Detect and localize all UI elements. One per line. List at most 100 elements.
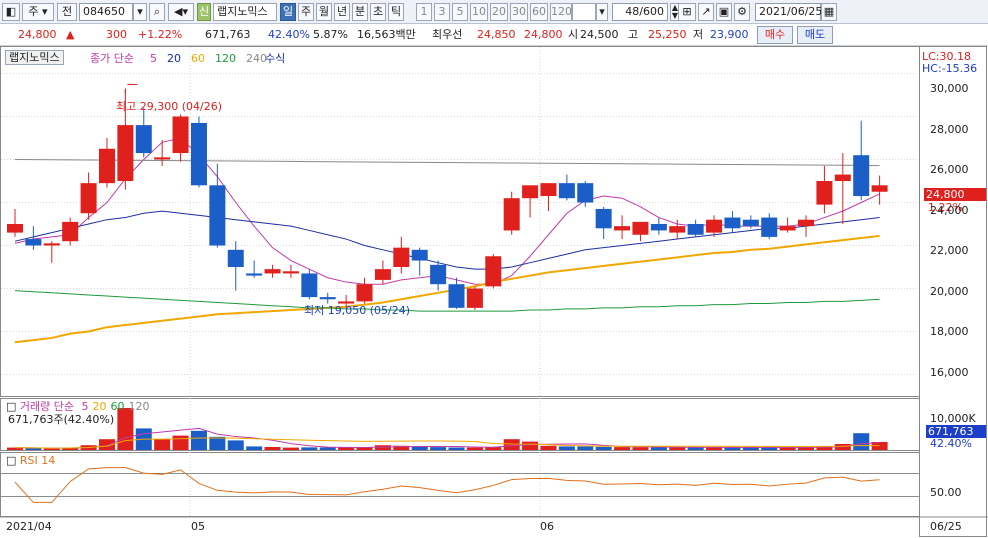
candle-body <box>209 185 226 246</box>
volume-bar <box>264 447 281 450</box>
candle-body <box>246 273 263 276</box>
stock-name-tab[interactable]: 랩지노믹스 <box>5 50 64 65</box>
candle-body <box>80 183 97 214</box>
candle-body <box>190 122 207 186</box>
ma-legend-20[interactable]: 20 <box>167 52 181 65</box>
price-y-tick: 16,000 <box>930 365 969 379</box>
interval-button-4[interactable]: 20 <box>490 3 508 21</box>
interval-button-6[interactable]: 60 <box>530 3 548 21</box>
candle-body <box>135 125 152 154</box>
stock-code-input[interactable]: 084650 <box>79 3 133 21</box>
calendar-icon[interactable]: ▦ <box>821 3 837 21</box>
search-icon[interactable]: ⌕ <box>149 3 165 21</box>
interval-button-0[interactable]: 1 <box>416 3 432 21</box>
high-label: 고 <box>628 28 639 41</box>
ma60-line <box>14 234 880 344</box>
candle-body <box>595 208 612 229</box>
stock-chart[interactable] <box>0 46 988 538</box>
candle-body <box>264 269 281 274</box>
volume-bar <box>25 448 42 450</box>
candle-body <box>558 183 575 199</box>
code-dropdown-icon[interactable]: ▾ <box>133 3 147 21</box>
best-quote-label: 최우선 <box>432 28 463 41</box>
save-icon[interactable]: ▣ <box>716 3 732 21</box>
period-tab-1[interactable]: 주 <box>298 3 314 21</box>
interval-button-1[interactable]: 3 <box>434 3 450 21</box>
candle-body <box>816 181 833 205</box>
low-price: 23,900 <box>710 28 749 41</box>
crosshair-icon[interactable]: ⊞ <box>678 3 696 21</box>
data-count-field[interactable]: 48/600 <box>612 3 668 21</box>
date-field[interactable]: 2021/06/25 <box>755 3 822 21</box>
volume-bar <box>448 447 465 450</box>
candle-body <box>466 288 483 308</box>
sound-icon[interactable]: ◀▾ <box>168 3 194 21</box>
candle-body <box>540 183 557 197</box>
candle-body <box>154 157 171 160</box>
period-tab-6[interactable]: 틱 <box>388 3 404 21</box>
ma-legend-120[interactable]: 120 <box>215 52 236 65</box>
volume-bar <box>246 446 263 450</box>
candle-body <box>117 125 134 181</box>
buy-button[interactable]: 매수 <box>757 26 793 44</box>
candle-body <box>172 116 189 154</box>
interval-button-2[interactable]: 5 <box>452 3 468 21</box>
volume-bar <box>154 439 171 450</box>
interval-button-5[interactable]: 30 <box>510 3 528 21</box>
volume-bar <box>172 435 189 450</box>
candle-body <box>632 221 649 235</box>
candle-body <box>448 284 465 308</box>
x-label-apr: 2021/04 <box>6 520 52 533</box>
interval-custom-input[interactable] <box>572 3 596 21</box>
price-y-tick: 30,000 <box>930 82 969 95</box>
volume-bar <box>503 439 520 450</box>
candle-body <box>871 185 888 192</box>
volume-bar <box>669 447 686 450</box>
period-tab-0[interactable]: 일 <box>280 3 296 21</box>
sell-button[interactable]: 매도 <box>797 26 833 44</box>
volume-legend-name: 거래량 <box>19 400 51 413</box>
toolbar: ◧ 주 ▾ 전 084650 ▾ ⌕ ◀▾ 신 랩지노믹스 일주월년분초틱 13… <box>0 0 988 24</box>
candle-body <box>687 224 704 235</box>
volume-bar <box>853 433 870 450</box>
candle-body <box>669 226 686 233</box>
ma-legend-240[interactable]: 240 <box>246 52 267 65</box>
candle-body <box>7 224 23 233</box>
volume-bar <box>779 447 796 450</box>
settings-gear-icon[interactable]: ⚙ <box>734 3 750 21</box>
period-tab-3[interactable]: 년 <box>334 3 350 21</box>
interval-dropdown-icon[interactable]: ▾ <box>596 3 608 21</box>
rsi-legend-box: □ <box>6 454 17 467</box>
volume-bar <box>687 447 704 450</box>
interval-button-7[interactable]: 120 <box>550 3 572 21</box>
volume-bar <box>209 436 226 450</box>
market-select[interactable]: 주 ▾ <box>22 3 54 21</box>
volume-bar <box>558 446 575 450</box>
volume-bar <box>190 430 207 450</box>
period-tab-4[interactable]: 분 <box>352 3 368 21</box>
candle-body <box>724 217 741 229</box>
up-arrow-icon: ▲ <box>66 28 75 41</box>
chart-menu-icon[interactable]: ◧ <box>2 3 20 21</box>
best-ask: 24,850 <box>477 28 516 41</box>
interval-button-3[interactable]: 10 <box>470 3 488 21</box>
formula-legend[interactable]: 수식 <box>265 52 285 65</box>
candle-body <box>282 271 299 274</box>
ma-legend-60[interactable]: 60 <box>191 52 205 65</box>
trendline-icon[interactable]: ↗ <box>698 3 714 21</box>
candle-body <box>761 217 778 237</box>
ma-legend-5[interactable]: 5 <box>150 52 157 65</box>
x-label-may: 05 <box>191 520 205 533</box>
candle-body <box>430 264 447 285</box>
rsi-legend-label: RSI 14 <box>19 454 56 467</box>
low-label: 저 <box>693 28 704 41</box>
hc-value: HC:-15.36 <box>922 62 978 75</box>
period-tab-5[interactable]: 초 <box>370 3 386 21</box>
volume-ma-legend-120: 120 <box>128 400 150 413</box>
x-label-end: 06/25 <box>930 520 962 533</box>
candle-body <box>301 273 318 298</box>
stock-name-field[interactable]: 랩지노믹스 <box>213 3 277 21</box>
prefix-button[interactable]: 전 <box>57 3 77 21</box>
period-tab-2[interactable]: 월 <box>316 3 332 21</box>
price-y-tick: 26,000 <box>930 163 969 176</box>
